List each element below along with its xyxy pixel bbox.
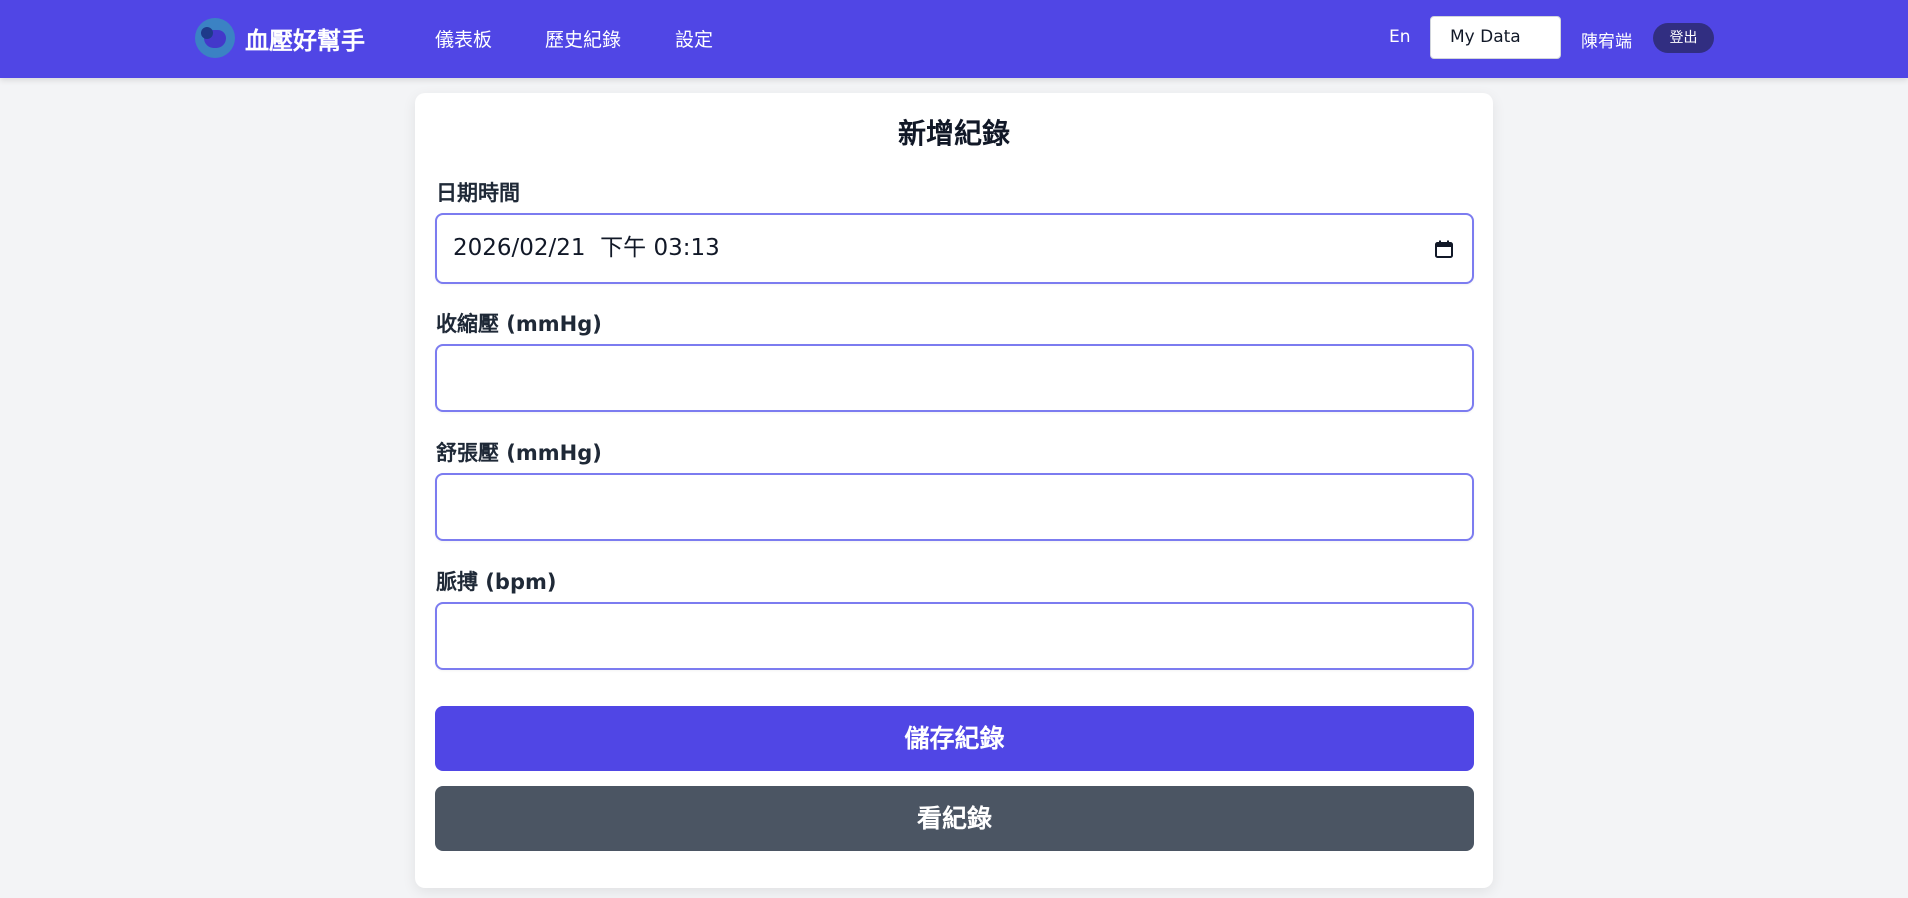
nav-link-dashboard[interactable]: 儀表板: [435, 25, 492, 52]
form-title: 新增紀錄: [897, 117, 1010, 150]
datetime-label: 日期時間: [436, 181, 520, 205]
diastolic-input[interactable]: [435, 473, 1474, 541]
top-navbar: 血壓好幫手 儀表板 歷史紀錄 設定 En My Data 陳宥端 登出: [0, 0, 1908, 78]
systolic-input[interactable]: [435, 344, 1474, 412]
datetime-value: 2026/02/21 下午 03:13: [453, 235, 720, 261]
nav-link-settings[interactable]: 設定: [675, 25, 713, 52]
view-records-button[interactable]: 看紀錄: [435, 786, 1474, 851]
save-record-button[interactable]: 儲存紀錄: [435, 706, 1474, 771]
pulse-input[interactable]: [435, 602, 1474, 670]
diastolic-label: 舒張壓 (mmHg): [436, 441, 602, 465]
language-toggle[interactable]: En: [1389, 27, 1411, 47]
logout-button[interactable]: 登出: [1653, 23, 1714, 53]
pulse-label: 脈搏 (bpm): [436, 570, 557, 594]
add-record-card: 新增紀錄 日期時間 2026/02/21 下午 03:13 收縮壓 (mmHg)…: [415, 93, 1493, 888]
systolic-label: 收縮壓 (mmHg): [436, 312, 602, 336]
app-name: 血壓好幫手: [245, 26, 365, 55]
data-source-select[interactable]: My Data: [1430, 16, 1561, 59]
datetime-input[interactable]: 2026/02/21 下午 03:13: [435, 213, 1474, 284]
blood-pressure-logo-icon: [195, 18, 235, 58]
calendar-icon[interactable]: [1434, 239, 1454, 259]
nav-link-history[interactable]: 歷史紀錄: [545, 25, 621, 52]
username: 陳宥端: [1581, 32, 1632, 52]
brand[interactable]: 血壓好幫手: [195, 18, 365, 58]
